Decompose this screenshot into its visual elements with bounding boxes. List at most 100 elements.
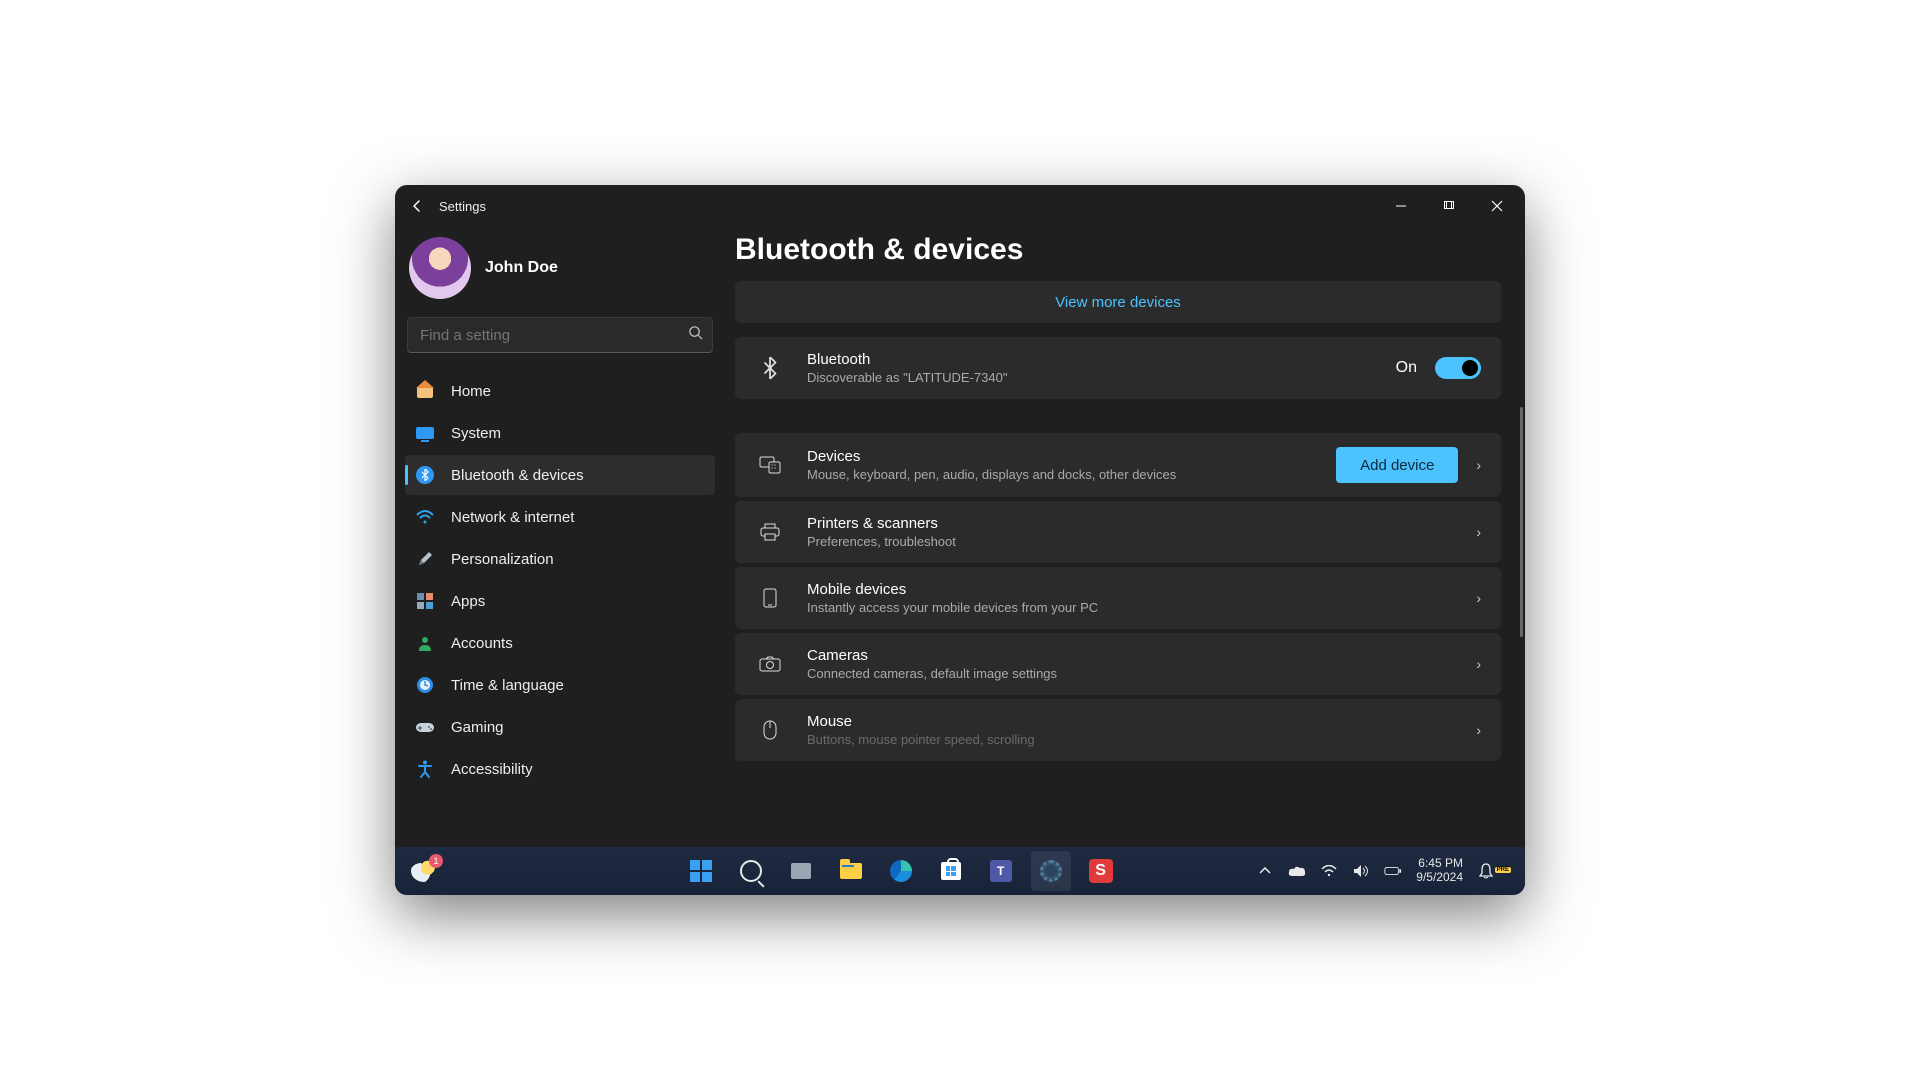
snagit[interactable]: S: [1081, 851, 1121, 891]
sidebar-item-label: Accounts: [451, 635, 513, 652]
section-title: Mobile devices: [807, 581, 1098, 598]
sidebar-item-label: Gaming: [451, 719, 504, 736]
minimize-button[interactable]: [1377, 185, 1425, 227]
sidebar-item-label: Personalization: [451, 551, 554, 568]
section-subtitle: Connected cameras, default image setting…: [807, 666, 1057, 681]
section-subtitle: Buttons, mouse pointer speed, scrolling: [807, 732, 1035, 747]
mobile-devices-card[interactable]: Mobile devices Instantly access your mob…: [735, 567, 1501, 629]
section-title: Printers & scanners: [807, 515, 956, 532]
sidebar-item-label: Apps: [451, 593, 485, 610]
bluetooth-icon: [415, 465, 435, 485]
sidebar-item-label: Time & language: [451, 677, 564, 694]
cameras-card[interactable]: Cameras Connected cameras, default image…: [735, 633, 1501, 695]
devices-icon: [755, 456, 785, 474]
chevron-right-icon: ›: [1476, 524, 1481, 540]
sidebar-item-accounts[interactable]: Accounts: [405, 623, 715, 663]
close-button[interactable]: [1473, 185, 1521, 227]
printers-card[interactable]: Printers & scanners Preferences, trouble…: [735, 501, 1501, 563]
gamepad-icon: [415, 717, 435, 737]
wifi-tray-icon[interactable]: [1320, 865, 1338, 877]
battery-icon[interactable]: [1384, 865, 1402, 877]
sidebar-item-apps[interactable]: Apps: [405, 581, 715, 621]
taskbar-search[interactable]: [731, 851, 771, 891]
settings-window: Settings John Doe Home: [395, 185, 1525, 895]
bluetooth-state-label: On: [1396, 359, 1417, 377]
tray-chevron-up-icon[interactable]: [1256, 867, 1274, 875]
bluetooth-toggle[interactable]: [1435, 357, 1481, 379]
sidebar-item-network[interactable]: Network & internet: [405, 497, 715, 537]
settings-taskbar[interactable]: [1031, 851, 1071, 891]
home-icon: [415, 381, 435, 401]
chevron-right-icon: ›: [1476, 656, 1481, 672]
section-title: Cameras: [807, 647, 1057, 664]
section-subtitle: Instantly access your mobile devices fro…: [807, 600, 1098, 615]
section-title: Devices: [807, 448, 1176, 465]
sidebar-item-bluetooth-devices[interactable]: Bluetooth & devices: [405, 455, 715, 495]
titlebar: Settings: [395, 185, 1525, 227]
section-subtitle: Preferences, troubleshoot: [807, 534, 956, 549]
edge-browser[interactable]: [881, 851, 921, 891]
sidebar-item-label: Accessibility: [451, 761, 533, 778]
avatar: [409, 237, 471, 299]
section-title: Mouse: [807, 713, 1035, 730]
devices-card[interactable]: Devices Mouse, keyboard, pen, audio, dis…: [735, 433, 1501, 497]
sidebar-item-home[interactable]: Home: [405, 371, 715, 411]
sidebar: John Doe Home System: [395, 227, 725, 847]
back-button[interactable]: [399, 185, 435, 227]
camera-icon: [755, 656, 785, 672]
accessibility-icon: [415, 759, 435, 779]
clock[interactable]: 6:45 PM 9/5/2024: [1416, 857, 1463, 885]
scrollbar[interactable]: [1520, 407, 1523, 637]
system-icon: [415, 423, 435, 443]
chevron-right-icon: ›: [1476, 722, 1481, 738]
content-pane: Bluetooth & devices View more devices Bl…: [725, 227, 1525, 847]
search-icon: [688, 325, 703, 345]
file-explorer[interactable]: [831, 851, 871, 891]
wifi-icon: [415, 507, 435, 527]
add-device-button[interactable]: Add device: [1336, 447, 1458, 483]
chevron-right-icon: ›: [1476, 590, 1481, 606]
sidebar-item-label: Bluetooth & devices: [451, 467, 584, 484]
search-box[interactable]: [407, 317, 713, 353]
start-button[interactable]: [681, 851, 721, 891]
phone-icon: [755, 588, 785, 608]
section-subtitle: Mouse, keyboard, pen, audio, displays an…: [807, 467, 1176, 482]
search-input[interactable]: [407, 317, 713, 353]
sidebar-nav: Home System Bluetooth & devices Net: [405, 371, 715, 789]
microsoft-store[interactable]: [931, 851, 971, 891]
weather-widget[interactable]: [411, 860, 437, 882]
bluetooth-subtitle: Discoverable as "LATITUDE-7340": [807, 370, 1007, 385]
time: 6:45 PM: [1418, 857, 1463, 871]
taskbar: T S 6:45 PM 9/5/2024: [395, 847, 1525, 895]
app-title: Settings: [439, 199, 486, 214]
paintbrush-icon: [415, 549, 435, 569]
sidebar-item-label: System: [451, 425, 501, 442]
printer-icon: [755, 523, 785, 541]
mouse-card[interactable]: Mouse Buttons, mouse pointer speed, scro…: [735, 699, 1501, 761]
sidebar-item-gaming[interactable]: Gaming: [405, 707, 715, 747]
profile[interactable]: John Doe: [405, 231, 715, 317]
person-icon: [415, 633, 435, 653]
volume-icon[interactable]: [1352, 864, 1370, 878]
sidebar-item-time-language[interactable]: Time & language: [405, 665, 715, 705]
page-title: Bluetooth & devices: [735, 233, 1501, 267]
sidebar-item-system[interactable]: System: [405, 413, 715, 453]
username: John Doe: [485, 259, 558, 277]
sidebar-item-accessibility[interactable]: Accessibility: [405, 749, 715, 789]
maximize-button[interactable]: [1425, 185, 1473, 227]
onedrive-icon[interactable]: [1288, 865, 1306, 877]
date: 9/5/2024: [1416, 871, 1463, 885]
sidebar-item-personalization[interactable]: Personalization: [405, 539, 715, 579]
notifications-icon[interactable]: [1477, 863, 1495, 879]
microsoft-teams[interactable]: T: [981, 851, 1021, 891]
bluetooth-title: Bluetooth: [807, 351, 1007, 368]
sidebar-item-label: Home: [451, 383, 491, 400]
sidebar-item-label: Network & internet: [451, 509, 574, 526]
view-more-devices-card[interactable]: View more devices: [735, 281, 1501, 323]
clock-globe-icon: [415, 675, 435, 695]
mouse-icon: [755, 720, 785, 740]
bluetooth-toggle-card: Bluetooth Discoverable as "LATITUDE-7340…: [735, 337, 1501, 399]
bluetooth-icon: [755, 357, 785, 379]
view-more-devices-link[interactable]: View more devices: [1055, 294, 1181, 311]
task-view[interactable]: [781, 851, 821, 891]
